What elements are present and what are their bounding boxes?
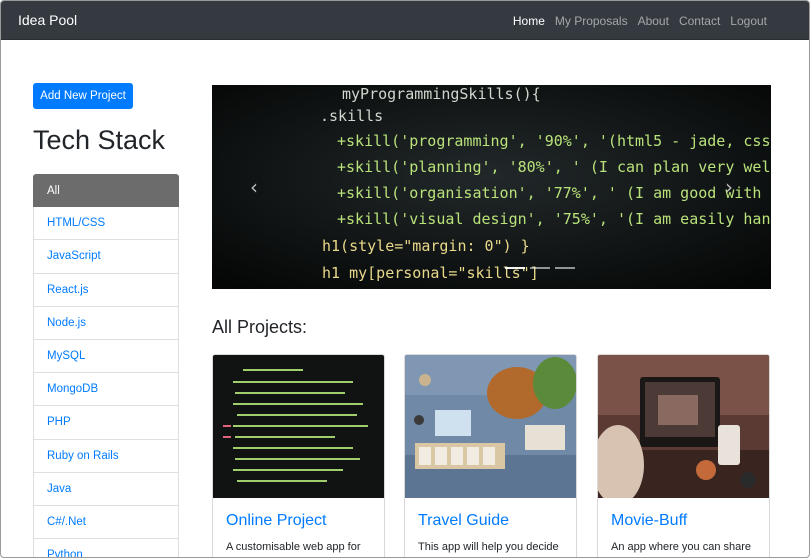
code-screen-image: myProgrammingSkills(){ .skills +skill('p…	[212, 85, 771, 289]
tech-item-mongodb[interactable]: MongoDB	[33, 373, 179, 407]
nav-logout[interactable]: Logout	[730, 14, 767, 28]
tech-stack-list: All HTML/CSS JavaScript React.js Node.js…	[33, 174, 179, 557]
sidebar-title: Tech Stack	[33, 125, 166, 155]
tech-item-nodejs[interactable]: Node.js	[33, 306, 179, 340]
card-title[interactable]: Online Project	[226, 512, 327, 530]
card-text: An app where you can share	[611, 541, 752, 553]
brand-logo[interactable]: Idea Pool	[18, 12, 77, 28]
card-title[interactable]: Travel Guide	[418, 512, 509, 530]
project-card-travel-guide: Travel Guide This app will help you deci…	[404, 354, 577, 557]
nav-about[interactable]: About	[638, 14, 669, 28]
tech-item-all[interactable]: All	[33, 174, 179, 208]
project-card-movie-buff: Movie-Buff An app where you can share	[597, 354, 770, 557]
carousel-indicator-3[interactable]	[555, 267, 575, 269]
code-line-7: h1(style="margin: 0") }	[322, 237, 530, 255]
code-line-1: myProgrammingSkills(){	[342, 85, 541, 103]
carousel-indicator-1[interactable]	[505, 267, 525, 269]
tech-item-ruby-on-rails[interactable]: Ruby on Rails	[33, 439, 179, 473]
card-title[interactable]: Movie-Buff	[611, 512, 687, 530]
chevron-right-icon: ›	[725, 175, 733, 199]
carousel-next-button[interactable]: ›	[699, 85, 759, 289]
hero-carousel: myProgrammingSkills(){ .skills +skill('p…	[212, 85, 771, 289]
carousel-prev-button[interactable]: ‹	[224, 85, 284, 289]
card-text: A customisable web app for	[226, 541, 361, 553]
nav-home[interactable]: Home	[513, 14, 545, 28]
tech-item-reactjs[interactable]: React.js	[33, 273, 179, 307]
tech-item-java[interactable]: Java	[33, 472, 179, 506]
nav-links: Home My Proposals About Contact Logout	[503, 14, 767, 28]
card-image-travel	[405, 355, 576, 498]
carousel-indicator-2[interactable]	[530, 267, 550, 269]
chevron-left-icon: ‹	[250, 175, 258, 199]
tech-item-mysql[interactable]: MySQL	[33, 339, 179, 374]
tech-item-python[interactable]: Python	[33, 539, 179, 557]
tech-item-php[interactable]: PHP	[33, 406, 179, 440]
tech-item-html-css[interactable]: HTML/CSS	[33, 207, 179, 241]
nav-contact[interactable]: Contact	[679, 14, 720, 28]
card-image-code	[213, 355, 384, 498]
carousel-indicators	[505, 267, 575, 269]
project-card-online-project: Online Project A customisable web app fo…	[212, 354, 385, 557]
tech-item-csharp-net[interactable]: C#/.Net	[33, 505, 179, 540]
nav-my-proposals[interactable]: My Proposals	[555, 14, 628, 28]
all-projects-heading: All Projects:	[212, 317, 308, 337]
code-line-2: .skills	[320, 107, 383, 125]
app-window: Idea Pool Home My Proposals About Contac…	[0, 0, 810, 558]
card-image-movie	[598, 355, 769, 498]
tech-item-javascript[interactable]: JavaScript	[33, 240, 179, 274]
add-new-project-button[interactable]: Add New Project	[33, 83, 133, 109]
top-navbar: Idea Pool Home My Proposals About Contac…	[1, 1, 809, 40]
card-text: This app will help you decide	[418, 541, 559, 553]
